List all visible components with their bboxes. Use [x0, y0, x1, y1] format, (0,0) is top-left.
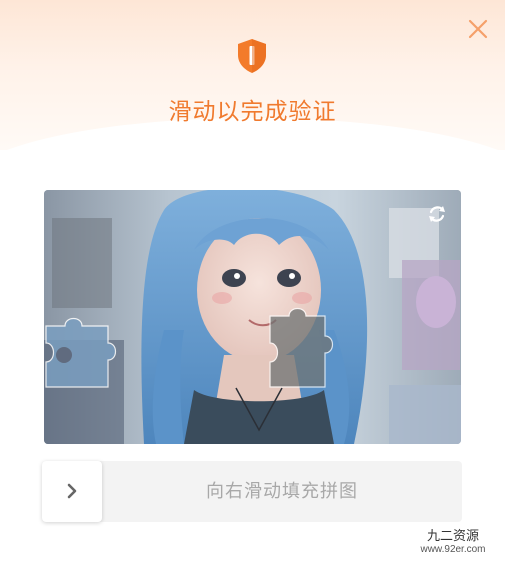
refresh-icon[interactable]	[426, 203, 448, 225]
watermark-name: 九二资源	[426, 528, 479, 543]
shield-icon	[238, 39, 266, 73]
dialog-header	[0, 0, 505, 188]
chevron-right-icon	[67, 483, 77, 499]
watermark: 九二资源 www.92er.com	[408, 528, 498, 556]
watermark-url: www.92er.com	[420, 544, 486, 555]
puzzle-image	[44, 190, 461, 444]
puzzle-slot	[269, 307, 334, 388]
slider-knob[interactable]	[42, 461, 102, 522]
close-icon[interactable]	[466, 17, 490, 41]
slider-track[interactable]: 向右滑动填充拼图	[42, 461, 462, 522]
dialog-title: 滑动以完成验证	[168, 99, 337, 125]
puzzle-piece[interactable]	[45, 317, 117, 388]
slider-label: 向右滑动填充拼图	[206, 481, 358, 502]
captcha-dialog: 滑动以完成验证 向右滑动填充拼图 九二资源 www.92er.com	[0, 0, 505, 562]
